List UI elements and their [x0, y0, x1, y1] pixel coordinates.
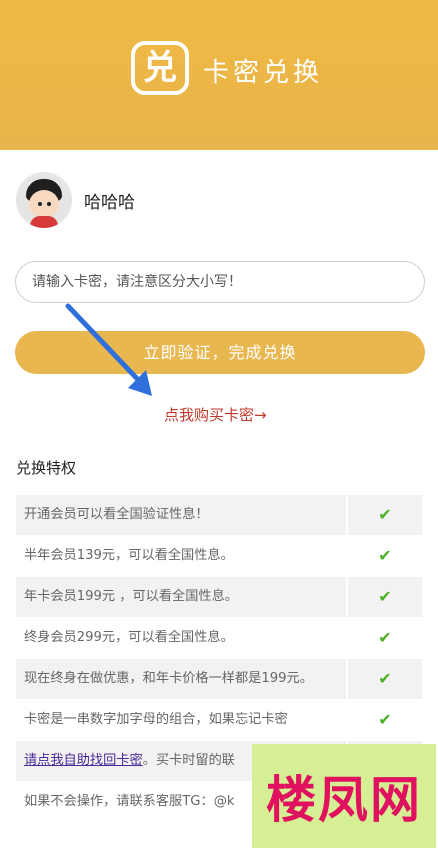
table-row: 开通会员可以看全国验证性息！ ✔ — [16, 495, 422, 535]
avatar[interactable] — [16, 172, 72, 228]
table-row: 终身会员299元，可以看全国性息。 ✔ — [16, 618, 422, 658]
header-banner: 兑 卡密兑换 — [0, 0, 438, 150]
table-row: 现在终身在做优惠，和年卡价格一样都是199元。 ✔ — [16, 659, 422, 699]
table-row: 卡密是一串数字加字母的组合，如果忘记卡密 ✔ — [16, 700, 422, 740]
page-title: 卡密兑换 — [203, 58, 324, 88]
arrow-pointer-icon — [65, 303, 152, 396]
recover-card-link[interactable]: 请点我自助找回卡密 — [24, 753, 143, 768]
table-row: 半年会员139元，可以看全国性息。 ✔ — [16, 536, 422, 576]
user-info: 哈哈哈 — [16, 172, 135, 228]
check-icon: ✔ — [378, 710, 392, 729]
privileges-title: 兑换特权 — [16, 459, 77, 477]
buy-card-link[interactable]: 点我购买卡密→ — [164, 404, 267, 425]
check-icon: ✔ — [348, 577, 422, 617]
check-icon: ✔ — [348, 659, 422, 699]
card-key-input[interactable] — [15, 261, 425, 303]
check-icon: ✔ — [378, 546, 392, 565]
redeem-logo-icon: 兑 — [131, 41, 189, 95]
watermark: 楼凤网 — [252, 744, 436, 848]
check-icon: ✔ — [348, 495, 422, 535]
table-row: 年卡会员199元 ，可以看全国性息。 ✔ — [16, 577, 422, 617]
check-icon: ✔ — [378, 628, 392, 647]
username: 哈哈哈 — [84, 192, 135, 213]
